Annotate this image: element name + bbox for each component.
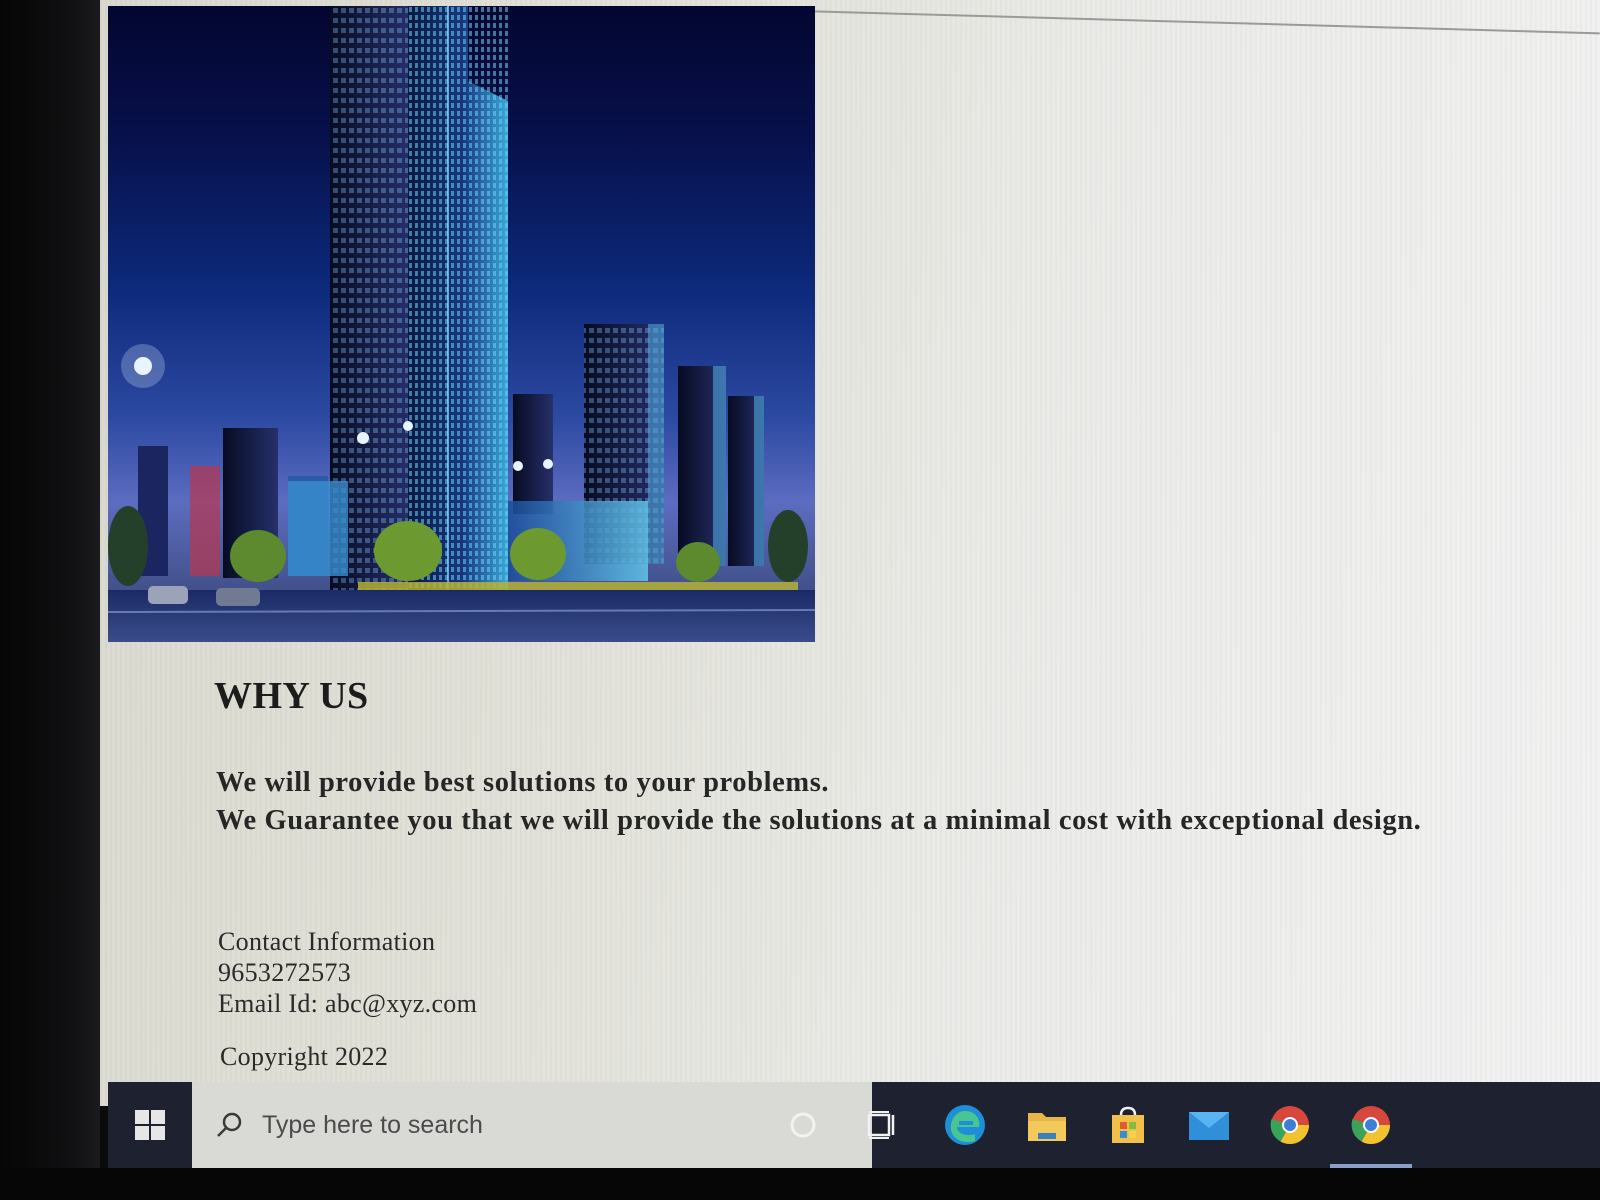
chrome-active-button[interactable] — [1344, 1098, 1398, 1152]
windows-taskbar: Type here to search — [108, 1082, 1600, 1168]
contact-email: Email Id: abc@xyz.com — [218, 989, 478, 1018]
city-skyline-illustration — [108, 6, 815, 642]
microsoft-store-icon — [1112, 1106, 1144, 1143]
copyright-text: Copyright 2022 — [220, 1042, 389, 1071]
chrome-button[interactable] — [1263, 1098, 1317, 1152]
file-explorer-button[interactable] — [1020, 1098, 1074, 1152]
chrome-icon — [1270, 1106, 1309, 1145]
taskbar-search-box[interactable]: Type here to search — [192, 1082, 872, 1168]
file-explorer-icon — [1028, 1113, 1066, 1141]
why-us-text: We will provide best solutions to your p… — [216, 764, 1596, 840]
monitor-bezel-bottom — [0, 1168, 1600, 1200]
hero-image — [108, 6, 815, 642]
cortana-button[interactable] — [776, 1098, 830, 1152]
windows-start-icon — [135, 1110, 165, 1140]
task-view-icon — [867, 1111, 895, 1139]
why-us-line-2: We Guarantee you that we will provide th… — [216, 805, 1422, 836]
edge-button[interactable] — [938, 1098, 992, 1152]
contact-heading: Contact Information — [218, 927, 436, 956]
task-view-button[interactable] — [856, 1098, 910, 1152]
why-us-line-1: We will provide best solutions to your p… — [216, 767, 830, 798]
mail-icon — [1189, 1112, 1229, 1140]
monitor-bezel-left — [0, 0, 100, 1200]
start-button[interactable] — [108, 1082, 192, 1168]
browser-page: WHY US We will provide best solutions to… — [100, 0, 1600, 1106]
contact-section: Contact Information 9653272573 Email Id:… — [218, 926, 477, 1019]
mail-button[interactable] — [1182, 1098, 1236, 1152]
why-us-heading: WHY US — [214, 675, 369, 717]
chrome-icon — [1351, 1106, 1390, 1145]
microsoft-store-button[interactable] — [1101, 1098, 1155, 1152]
page-divider — [799, 10, 1600, 35]
contact-phone: 9653272573 — [218, 958, 351, 987]
cortana-icon — [790, 1112, 816, 1138]
search-icon — [217, 1112, 242, 1137]
edge-icon — [945, 1105, 985, 1145]
search-placeholder: Type here to search — [262, 1110, 483, 1139]
